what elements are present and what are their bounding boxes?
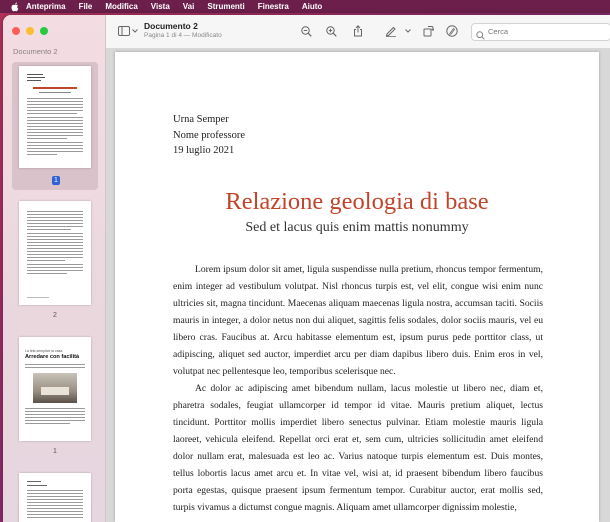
close-window-button[interactable] [12, 27, 20, 35]
page-number-label-2: 2 [53, 312, 57, 319]
menu-bar: Anteprima File Modifica Vista Vai Strume… [0, 0, 610, 13]
menu-finestra[interactable]: Finestra [258, 0, 289, 13]
sidebar-toggle-icon[interactable] [118, 25, 130, 37]
fullscreen-window-button[interactable] [40, 27, 48, 35]
menu-aiuto[interactable]: Aiuto [302, 0, 322, 13]
sidebar-options-chevron-down-icon[interactable] [131, 25, 138, 37]
window-controls [12, 27, 48, 35]
document-header: Urna Semper Nome professore 19 luglio 20… [173, 112, 245, 159]
page-number-badge-1: 1 [52, 176, 60, 185]
markup-toolbar-icon[interactable] [446, 25, 458, 37]
toolbar: Documento 2 Pagina 1 di 4 — Modificato [106, 15, 610, 49]
menu-strumenti[interactable]: Strumenti [207, 0, 244, 13]
page-thumbnail-4[interactable] [19, 473, 91, 522]
search-icon [476, 27, 485, 45]
markup-chevron-down-icon[interactable] [404, 25, 411, 37]
page-thumbnail-2[interactable] [19, 201, 91, 305]
menu-modifica[interactable]: Modifica [105, 0, 137, 13]
apple-menu-icon[interactable] [10, 2, 20, 12]
document-viewer[interactable]: Urna Semper Nome professore 19 luglio 20… [106, 49, 610, 522]
author-name: Urna Semper [173, 114, 229, 125]
document-status: Pagina 1 di 4 — Modificato [144, 32, 222, 39]
zoom-in-icon[interactable] [325, 25, 337, 37]
page-thumbnail-1[interactable] [19, 66, 91, 168]
menu-app-name[interactable]: Anteprima [26, 0, 66, 13]
menu-vista[interactable]: Vista [151, 0, 170, 13]
menu-vai[interactable]: Vai [183, 0, 195, 13]
search-input[interactable] [488, 25, 606, 38]
document-title: Documento 2 [144, 21, 198, 31]
document-body: Lorem ipsum dolor sit amet, ligula suspe… [173, 261, 543, 516]
document-page: Urna Semper Nome professore 19 luglio 20… [115, 52, 599, 522]
page-thumbnail-3[interactable]: La tela semplice la casa Arredare con fa… [19, 337, 91, 441]
zoom-out-icon[interactable] [300, 25, 312, 37]
markup-pen-icon[interactable] [385, 25, 397, 37]
thumbnail-3-kicker: La tela semplice la casa [25, 349, 63, 353]
search-field[interactable] [471, 23, 610, 41]
sidebar-document-title: Documento 2 [13, 47, 58, 56]
rotate-icon[interactable] [422, 25, 434, 37]
minimize-window-button[interactable] [26, 27, 34, 35]
body-paragraph-2: Ac dolor ac adipiscing amet bibendum nul… [173, 383, 543, 513]
thumbnail-3-headline: Arredare con facilità [25, 354, 80, 360]
document-subtitle: Sed et lacus quis enim mattis nonummy [245, 220, 469, 235]
professor-name: Nome professore [173, 129, 246, 141]
menu-file[interactable]: File [79, 0, 93, 13]
thumbnail-sidebar: Documento 2 1 2 La tela semplice la casa… [3, 15, 106, 522]
preview-window: Documento 2 1 2 La tela semplice la casa… [3, 15, 610, 522]
page-number-label-3: 1 [53, 448, 57, 455]
document-title-heading: Relazione geologia di base [225, 188, 489, 215]
document-date: 19 luglio 2021 [173, 145, 235, 156]
share-icon[interactable] [352, 25, 364, 37]
body-paragraph-1: Lorem ipsum dolor sit amet, ligula suspe… [173, 264, 543, 377]
